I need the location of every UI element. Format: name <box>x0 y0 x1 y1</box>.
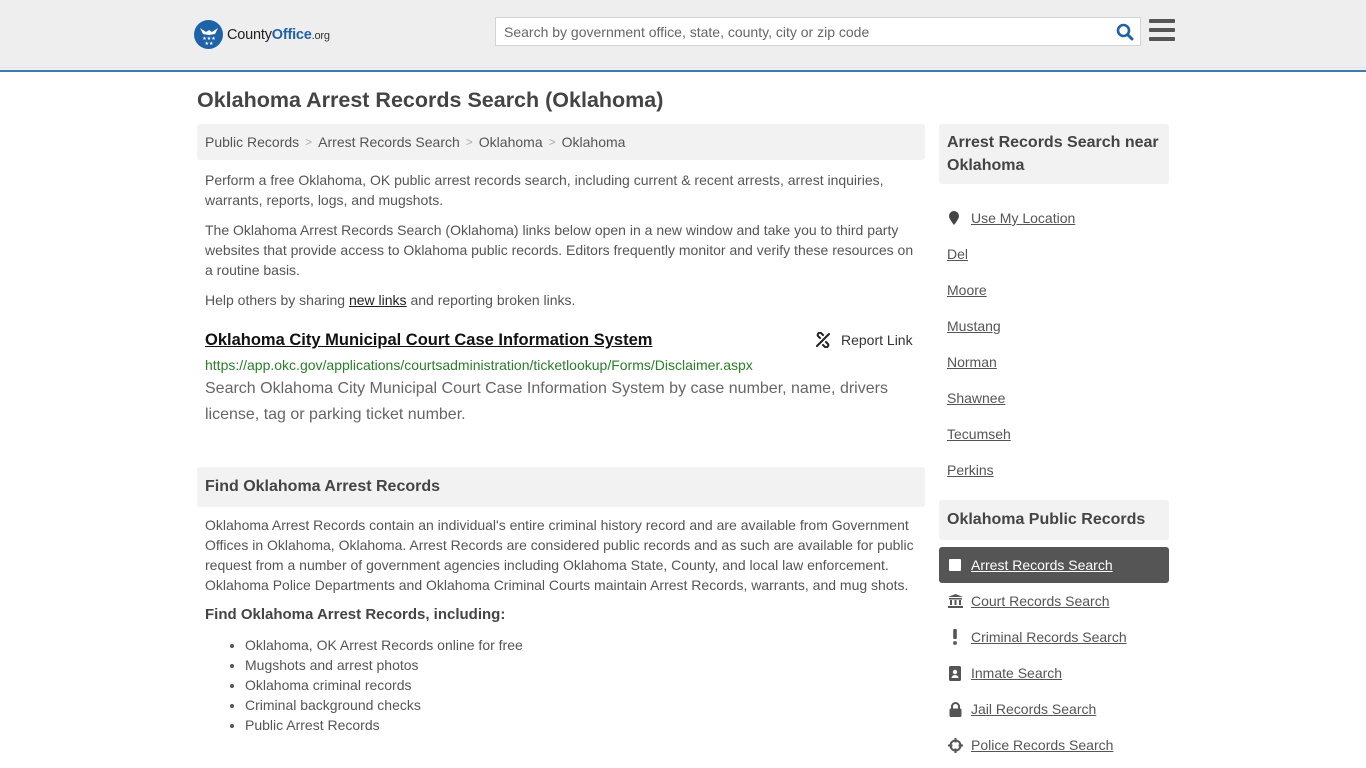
nearby-place-item: Perkins <box>947 452 1075 488</box>
id-badge-icon <box>947 665 963 681</box>
broken-link-icon <box>816 332 830 348</box>
sidebar-item-jail-records[interactable]: Jail Records Search <box>939 691 1169 727</box>
menu-bar <box>1149 37 1175 41</box>
breadcrumb-state[interactable]: Oklahoma <box>479 134 543 150</box>
search-input[interactable] <box>496 18 1110 45</box>
search-bar <box>495 17 1141 46</box>
sidebar-item-label[interactable]: Police Records Search <box>971 737 1113 753</box>
courthouse-icon <box>947 593 963 609</box>
sidebar-item-label[interactable]: Jail Records Search <box>971 701 1096 717</box>
breadcrumb-separator: > <box>465 135 473 149</box>
nearby-place-link[interactable]: Moore <box>947 282 987 298</box>
nearby-place-link[interactable]: Perkins <box>947 462 994 478</box>
breadcrumb-separator: > <box>305 135 313 149</box>
sidebar-item-label[interactable]: Arrest Records Search <box>971 557 1113 573</box>
use-my-location-link[interactable]: Use My Location <box>971 210 1075 226</box>
nearby-list: Use My Location Del Moore Mustang Norman… <box>947 200 1075 488</box>
find-records-body: Oklahoma Arrest Records contain an indiv… <box>205 517 914 593</box>
list-item: Public Arrest Records <box>245 715 523 735</box>
sidebar-item-label[interactable]: Court Records Search <box>971 593 1110 609</box>
report-link-button[interactable]: Report Link <box>815 332 913 348</box>
nearby-place-link[interactable]: Tecumseh <box>947 426 1011 442</box>
intro-paragraph: Perform a free Oklahoma, OK public arres… <box>205 172 884 208</box>
nearby-place-item: Moore <box>947 272 1075 308</box>
public-records-heading: Oklahoma Public Records <box>939 500 1169 540</box>
nearby-place-item: Shawnee <box>947 380 1075 416</box>
svg-text:★★: ★★ <box>204 41 213 45</box>
breadcrumb-arrest-records-search[interactable]: Arrest Records Search <box>318 134 460 150</box>
breadcrumb-city[interactable]: Oklahoma <box>562 134 626 150</box>
nearby-place-item: Del <box>947 236 1075 272</box>
nearby-place-item: Norman <box>947 344 1075 380</box>
nearby-place-link[interactable]: Del <box>947 246 968 262</box>
search-icon <box>1116 23 1134 40</box>
menu-bar <box>1149 28 1175 32</box>
result-url: https://app.okc.gov/applications/courtsa… <box>205 357 753 373</box>
report-link-label: Report Link <box>841 332 913 348</box>
list-item: Oklahoma, OK Arrest Records online for f… <box>245 635 523 655</box>
hamburger-menu-button[interactable] <box>1149 19 1175 41</box>
public-records-list: Arrest Records Search Court Records Sear… <box>939 547 1169 763</box>
breadcrumb-separator: > <box>548 135 556 149</box>
list-item: Oklahoma criminal records <box>245 675 523 695</box>
nearby-place-item: Mustang <box>947 308 1075 344</box>
list-item: Mugshots and arrest photos <box>245 655 523 675</box>
share-text: Help others by sharing <box>205 292 349 308</box>
lock-icon <box>947 701 963 717</box>
eagle-logo-icon: ★★★ ★★ <box>194 20 223 49</box>
share-text: and reporting broken links. <box>406 292 576 308</box>
logo-text: CountyOffice.org <box>227 26 330 43</box>
nearby-place-link[interactable]: Shawnee <box>947 390 1005 406</box>
site-header: ★★★ ★★ CountyOffice.org <box>0 0 1366 72</box>
sidebar-item-inmate-search[interactable]: Inmate Search <box>939 655 1169 691</box>
page-title: Oklahoma Arrest Records Search (Oklahoma… <box>197 88 664 112</box>
crosshairs-icon <box>947 737 963 753</box>
find-records-list: Oklahoma, OK Arrest Records online for f… <box>245 635 523 735</box>
disclaimer-paragraph: The Oklahoma Arrest Records Search (Okla… <box>205 222 914 278</box>
find-records-subheading: Find Oklahoma Arrest Records, including: <box>205 606 506 623</box>
list-item: Criminal background checks <box>245 695 523 715</box>
nearby-place-item: Tecumseh <box>947 416 1075 452</box>
sidebar-item-label[interactable]: Criminal Records Search <box>971 629 1127 645</box>
sidebar-item-arrest-records[interactable]: Arrest Records Search <box>939 547 1169 583</box>
nearby-place-link[interactable]: Norman <box>947 354 997 370</box>
sidebar-item-court-records[interactable]: Court Records Search <box>939 583 1169 619</box>
square-icon <box>947 557 963 573</box>
nearby-heading: Arrest Records Search near Oklahoma <box>939 124 1169 184</box>
use-location-item: Use My Location <box>947 200 1075 236</box>
breadcrumb: Public Records > Arrest Records Search >… <box>197 124 925 160</box>
nearby-place-link[interactable]: Mustang <box>947 318 1001 334</box>
sidebar-item-police-records[interactable]: Police Records Search <box>939 727 1169 763</box>
result-title-link[interactable]: Oklahoma City Municipal Court Case Infor… <box>205 331 652 350</box>
find-records-heading: Find Oklahoma Arrest Records <box>197 467 925 507</box>
exclamation-icon <box>947 629 963 645</box>
search-button[interactable] <box>1110 18 1140 45</box>
share-paragraph: Help others by sharing new links and rep… <box>205 290 920 310</box>
breadcrumb-public-records[interactable]: Public Records <box>205 134 299 150</box>
site-logo[interactable]: ★★★ ★★ CountyOffice.org <box>194 20 330 49</box>
sidebar-item-label[interactable]: Inmate Search <box>971 665 1062 681</box>
result-description: Search Oklahoma City Municipal Court Cas… <box>205 380 888 423</box>
menu-bar <box>1149 19 1175 23</box>
new-links-link[interactable]: new links <box>349 292 407 308</box>
sidebar-item-criminal-records[interactable]: Criminal Records Search <box>939 619 1169 655</box>
map-pin-icon <box>949 211 959 225</box>
